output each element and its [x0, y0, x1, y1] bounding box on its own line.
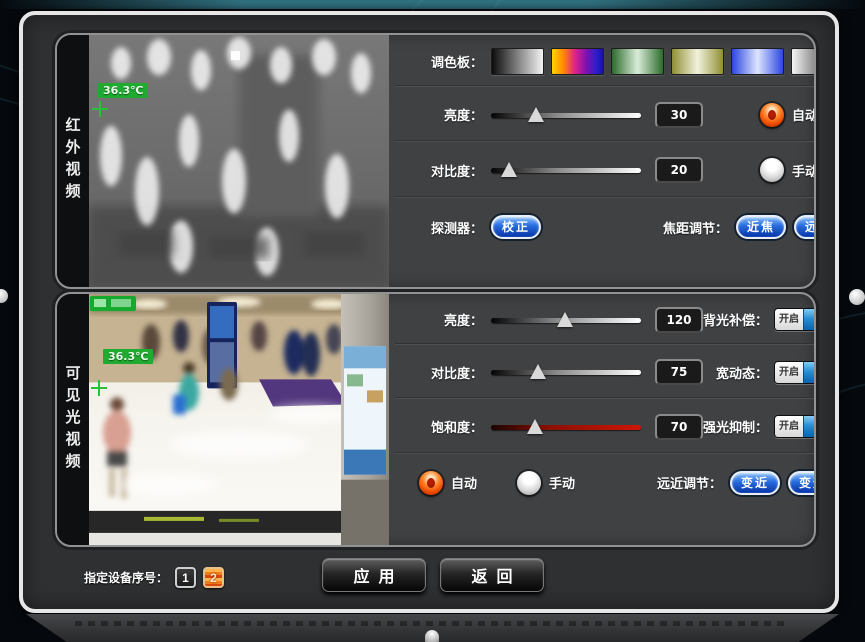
far-focus-button[interactable]: 远焦 — [794, 215, 816, 239]
manual-mode-label: 手动 — [549, 473, 575, 492]
zoom-farther-button[interactable]: 变远 — [788, 471, 816, 495]
device-selector-label: 指定设备序号： — [84, 569, 168, 586]
hlc-label: 强光抑制： — [703, 417, 768, 436]
slider-thumb[interactable] — [557, 312, 573, 327]
hlc-toggle[interactable]: 开启 — [774, 415, 816, 438]
focus-adjust-label: 焦距调节： — [663, 218, 728, 237]
visible-video-panel: 可见光视频 — [55, 292, 816, 547]
bezel-screw-right — [849, 289, 865, 305]
ir-contrast-slider[interactable] — [491, 160, 641, 180]
auto-gain-label: 自动增益 — [792, 105, 816, 124]
ir-brightness-slider[interactable] — [491, 105, 641, 125]
vis-saturation-slider[interactable] — [491, 417, 641, 437]
slider-track[interactable] — [491, 370, 641, 375]
auto-mode-radio[interactable] — [419, 471, 443, 495]
toggle-knob[interactable] — [803, 362, 816, 383]
slider-thumb[interactable] — [527, 419, 543, 434]
stand-vents — [75, 621, 790, 626]
vis-contrast-slider[interactable] — [491, 362, 641, 382]
toggle-state-text: 开启 — [775, 309, 803, 330]
backlight-toggle[interactable]: 开启 — [774, 308, 816, 331]
vis-mode-zoom-row: 自动 手动 远近调节： 变近 变远 — [393, 454, 816, 511]
backlight-label: 背光补偿： — [703, 310, 768, 329]
palette-swatch-black-hot[interactable] — [791, 48, 816, 75]
ir-controls: 调色板： 亮度： 30 自动增益 — [389, 35, 816, 287]
toggle-knob[interactable] — [803, 416, 816, 437]
ir-contrast-value: 20 — [655, 157, 703, 183]
vis-contrast-value: 75 — [655, 359, 703, 385]
near-focus-button[interactable]: 近焦 — [736, 215, 786, 239]
device-bezel-background: 红外视频 — [0, 0, 865, 642]
vis-contrast-label: 对比度： — [405, 363, 483, 382]
ir-brightness-row: 亮度： 30 自动增益 — [393, 87, 816, 142]
visible-temp-label: 36.3℃ — [103, 349, 153, 364]
ir-temp-label: 36.3℃ — [98, 83, 148, 98]
device-selector: 指定设备序号： 1 2 — [84, 567, 224, 588]
manual-gain-label: 手动增益 — [792, 161, 816, 180]
slider-thumb[interactable] — [530, 364, 546, 379]
ir-contrast-label: 对比度： — [405, 161, 483, 180]
ir-controls-spacer — [393, 256, 816, 287]
slider-thumb[interactable] — [501, 162, 517, 177]
ir-video-panel: 红外视频 — [55, 33, 816, 289]
bezel-screw-left — [0, 289, 8, 303]
zoom-adjust-label: 远近调节： — [657, 473, 722, 492]
palette-swatch-blue[interactable] — [731, 48, 784, 75]
detector-label: 探测器： — [405, 218, 483, 237]
ir-contrast-row: 对比度： 20 手动增益 — [393, 142, 816, 198]
vis-brightness-label: 亮度： — [405, 310, 483, 329]
manual-mode-radio[interactable] — [517, 471, 541, 495]
calibrate-button[interactable]: 校正 — [491, 215, 541, 239]
slider-thumb[interactable] — [528, 107, 544, 122]
device-2-button[interactable]: 2 — [203, 567, 224, 588]
vis-contrast-row: 对比度： 75 宽动态： 开启 — [393, 345, 816, 399]
zoom-nearer-button[interactable]: 变近 — [730, 471, 780, 495]
auto-gain-radio[interactable] — [760, 103, 784, 127]
wdr-toggle[interactable]: 开启 — [774, 361, 816, 384]
ir-panel-title: 红外视频 — [57, 35, 89, 287]
toggle-knob[interactable] — [803, 309, 816, 330]
vis-saturation-row: 饱和度： 70 强光抑制： 开启 — [393, 399, 816, 454]
stand-notch — [425, 630, 439, 642]
device-1-button[interactable]: 1 — [175, 567, 196, 588]
apply-button[interactable]: 应用 — [322, 558, 426, 592]
wdr-label: 宽动态： — [716, 363, 768, 382]
vis-saturation-value: 70 — [655, 414, 703, 440]
toggle-state-text: 开启 — [775, 416, 803, 437]
vis-saturation-label: 饱和度： — [405, 417, 483, 436]
palette-row: 调色板： — [393, 35, 816, 87]
palette-swatch-white-hot[interactable] — [491, 48, 544, 75]
bezel-top-glow — [0, 0, 865, 9]
vis-brightness-value: 120 — [655, 307, 703, 333]
ir-crosshair-icon — [92, 101, 108, 117]
ir-brightness-value: 30 — [655, 102, 703, 128]
manual-gain-radio[interactable] — [760, 158, 784, 182]
visible-panel-title: 可见光视频 — [57, 294, 89, 545]
vis-brightness-slider[interactable] — [491, 310, 641, 330]
visible-controls: 亮度： 120 背光补偿： 开启 对比度： 75 宽 — [389, 294, 816, 545]
auto-mode-label: 自动 — [451, 473, 477, 492]
slider-track[interactable] — [491, 113, 641, 118]
palette-swatch-olive[interactable] — [671, 48, 724, 75]
visible-controls-spacer — [393, 511, 816, 545]
vis-brightness-row: 亮度： 120 背光补偿： 开启 — [393, 294, 816, 345]
palette-label: 调色板： — [405, 52, 483, 71]
palette-swatch-iron-rainbow[interactable] — [551, 48, 604, 75]
ir-brightness-label: 亮度： — [405, 105, 483, 124]
slider-track[interactable] — [491, 425, 641, 430]
toggle-state-text: 开启 — [775, 362, 803, 383]
detector-focus-row: 探测器： 校正 焦距调节： 近焦 远焦 — [393, 198, 816, 256]
ir-video-feed: 36.3℃ — [89, 35, 389, 287]
visible-video-feed: 36.3℃ — [89, 294, 389, 545]
back-button[interactable]: 返回 — [440, 558, 544, 592]
visible-crosshair-icon — [91, 380, 107, 396]
palette-swatch-green[interactable] — [611, 48, 664, 75]
palette-swatches — [491, 48, 816, 75]
